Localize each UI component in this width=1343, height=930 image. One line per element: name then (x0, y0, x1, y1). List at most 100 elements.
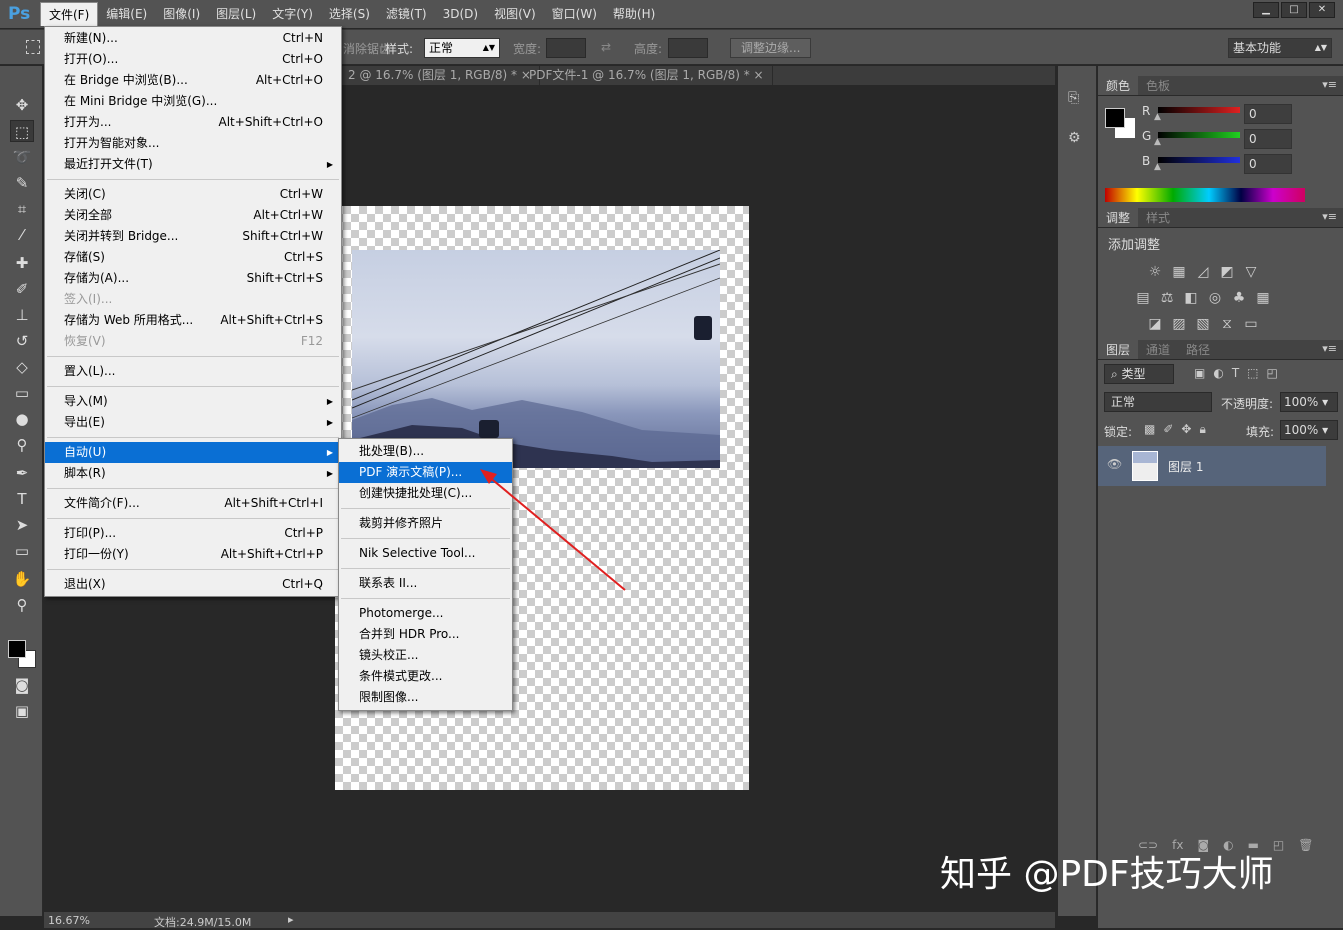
menu-item[interactable]: 存储为 Web 所用格式... Alt+Shift+Ctrl+S (45, 310, 341, 331)
healing-brush-tool-icon[interactable]: ✚ (10, 252, 34, 274)
gradient-map-icon[interactable]: ⧖ (1218, 316, 1236, 332)
type-tool-icon[interactable]: T (10, 488, 34, 510)
channel-value-input[interactable]: 0 (1244, 104, 1292, 124)
slider-handle-icon[interactable]: ▲ (1154, 162, 1161, 172)
layer-filter-select[interactable]: ⌕ 类型 (1104, 364, 1174, 384)
exposure-icon[interactable]: ◩ (1218, 264, 1236, 280)
path-select-tool-icon[interactable]: ➤ (10, 514, 34, 536)
lock-transparency-icon[interactable]: ▩ (1144, 422, 1155, 437)
adjustment-filter-icon[interactable]: ◐ (1213, 366, 1223, 380)
channel-value-input[interactable]: 0 (1244, 129, 1292, 149)
channel-slider[interactable] (1158, 157, 1240, 163)
color-spectrum[interactable] (1105, 188, 1305, 202)
brightness-icon[interactable]: ☼ (1146, 264, 1164, 280)
maximize-button[interactable]: □ (1281, 2, 1307, 18)
menu-7[interactable]: 3D(D) (435, 2, 486, 26)
channel-slider[interactable] (1158, 132, 1240, 138)
menu-item[interactable]: 在 Mini Bridge 中浏览(G)... (45, 91, 341, 112)
new-layer-icon[interactable]: ◰ (1273, 838, 1284, 852)
menu-8[interactable]: 视图(V) (486, 2, 544, 26)
zoom-tool-icon[interactable]: ⚲ (10, 594, 34, 616)
eyedropper-tool-icon[interactable]: ⁄ (10, 224, 34, 246)
levels-icon[interactable]: ▦ (1170, 264, 1188, 280)
blur-tool-icon[interactable]: ● (10, 408, 34, 430)
history-panel-icon[interactable]: ⎘ (1068, 90, 1079, 106)
move-tool-icon[interactable]: ✥ (10, 94, 34, 116)
tab-swatches[interactable]: 色板 (1138, 76, 1178, 95)
properties-panel-icon[interactable]: ⚙ (1068, 130, 1081, 146)
menu-item[interactable]: 关闭(C) Ctrl+W (45, 184, 341, 205)
clone-stamp-tool-icon[interactable]: ⊥ (10, 304, 34, 326)
menu-item[interactable]: 打开为... Alt+Shift+Ctrl+O (45, 112, 341, 133)
menu-item[interactable]: 脚本(R) ▶ (45, 463, 341, 484)
gradient-tool-icon[interactable]: ▭ (10, 382, 34, 404)
channel-value-input[interactable]: 0 (1244, 154, 1292, 174)
screen-mode-icon[interactable]: ▣ (10, 700, 34, 722)
menu-item[interactable]: 存储(S) Ctrl+S (45, 247, 341, 268)
rect-marquee-tool-icon[interactable]: ⬚ (10, 120, 34, 142)
menu-item[interactable]: 批处理(B)... (339, 441, 512, 462)
brush-tool-icon[interactable]: ✐ (10, 278, 34, 300)
lock-pixels-icon[interactable]: ✐ (1163, 422, 1173, 437)
menu-0[interactable]: 文件(F) (40, 2, 99, 26)
close-tab-icon[interactable]: × (754, 68, 764, 82)
menu-item[interactable]: 联系表 II... (339, 573, 512, 594)
menu-item[interactable]: 存储为(A)... Shift+Ctrl+S (45, 268, 341, 289)
shape-filter-icon[interactable]: ⬚ (1247, 366, 1258, 380)
menu-item[interactable]: 新建(N)... Ctrl+N (45, 28, 341, 49)
menu-item[interactable]: 镜头校正... (339, 645, 512, 666)
vibrance-icon[interactable]: ▽ (1242, 264, 1260, 280)
menu-6[interactable]: 滤镜(T) (378, 2, 435, 26)
menu-item[interactable]: 关闭并转到 Bridge... Shift+Ctrl+W (45, 226, 341, 247)
tab-channels[interactable]: 通道 (1138, 340, 1178, 359)
menu-item[interactable]: 置入(L)... (45, 361, 341, 382)
menu-item[interactable]: 导入(M) ▶ (45, 391, 341, 412)
invert-icon[interactable]: ◪ (1146, 316, 1164, 332)
menu-item[interactable]: 签入(I)... (45, 289, 341, 310)
pixel-filter-icon[interactable]: ▣ (1194, 366, 1205, 380)
channel-mixer-icon[interactable]: ♣ (1230, 290, 1248, 306)
tab-styles[interactable]: 样式 (1138, 208, 1178, 227)
tab-paths[interactable]: 路径 (1178, 340, 1218, 359)
fill-input[interactable]: 100% ▾ (1280, 420, 1338, 440)
refine-edge-button[interactable]: 调整边缘... (730, 38, 812, 58)
menu-item[interactable]: Nik Selective Tool... (339, 543, 512, 564)
opacity-input[interactable]: 100% ▾ (1280, 392, 1338, 412)
height-input[interactable] (668, 38, 708, 58)
crop-tool-icon[interactable]: ⌗ (10, 198, 34, 220)
menu-item[interactable]: 限制图像... (339, 687, 512, 708)
slider-handle-icon[interactable]: ▲ (1154, 112, 1161, 122)
menu-item[interactable]: PDF 演示文稿(P)... (339, 462, 512, 483)
hand-tool-icon[interactable]: ✋ (10, 568, 34, 590)
type-filter-icon[interactable]: T (1232, 366, 1239, 380)
width-input[interactable] (546, 38, 586, 58)
tab-layers[interactable]: 图层 (1098, 340, 1139, 359)
panel-menu-icon[interactable]: ▾≡ (1322, 210, 1337, 223)
layer-row[interactable]: 👁︎ 图层 1 (1098, 446, 1326, 486)
menu-item[interactable]: 裁剪并修齐照片 (339, 513, 512, 534)
menu-9[interactable]: 窗口(W) (544, 2, 605, 26)
threshold-icon[interactable]: ▧ (1194, 316, 1212, 332)
menu-item[interactable]: Photomerge... (339, 603, 512, 624)
lasso-tool-icon[interactable]: ➰ (10, 146, 34, 168)
menu-item[interactable]: 最近打开文件(T) ▶ (45, 154, 341, 175)
posterize-icon[interactable]: ▨ (1170, 316, 1188, 332)
minimize-button[interactable]: ▁ (1253, 2, 1279, 18)
menu-item[interactable]: 恢复(V) F12 (45, 331, 341, 352)
swap-icon[interactable]: ⇄ (601, 40, 611, 54)
menu-item[interactable]: 自动(U) ▶ (45, 442, 341, 463)
layer-name[interactable]: 图层 1 (1168, 458, 1203, 475)
hue-saturation-icon[interactable]: ▤ (1134, 290, 1152, 306)
menu-item[interactable]: 关闭全部 Alt+Ctrl+W (45, 205, 341, 226)
quick-select-tool-icon[interactable]: ✎ (10, 172, 34, 194)
panel-menu-icon[interactable]: ▾≡ (1322, 342, 1337, 355)
lock-position-icon[interactable]: ✥ (1181, 422, 1191, 437)
rectangle-tool-icon[interactable]: ▭ (10, 540, 34, 562)
foreground-color-swatch[interactable] (1105, 108, 1125, 128)
tab-adjustments[interactable]: 调整 (1098, 208, 1139, 227)
color-balance-icon[interactable]: ⚖ (1158, 290, 1176, 306)
status-menu-arrow-icon[interactable]: ▸ (288, 913, 294, 926)
selective-color-icon[interactable]: ▭ (1242, 316, 1260, 332)
channel-slider[interactable] (1158, 107, 1240, 113)
blend-mode-select[interactable]: 正常 (1104, 392, 1212, 412)
